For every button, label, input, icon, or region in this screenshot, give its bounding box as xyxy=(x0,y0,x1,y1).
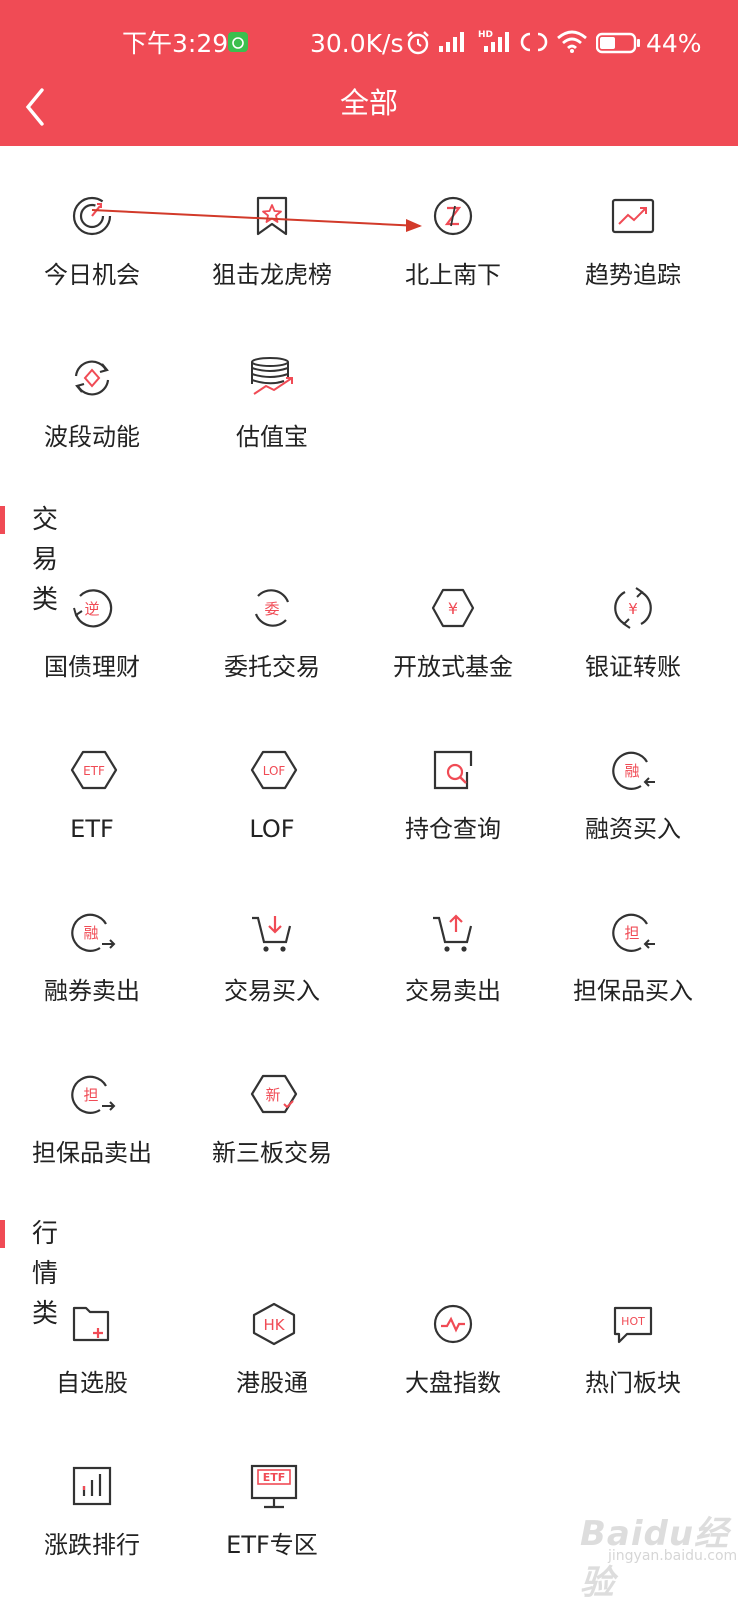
transfer-icon: ¥ xyxy=(611,586,655,630)
grid-item-label: 波段动能 xyxy=(44,423,140,451)
icon-glyph: ETF xyxy=(83,764,105,778)
short-sell-icon: 融 xyxy=(70,910,116,954)
folder-plus-icon xyxy=(70,1302,114,1346)
grid-item-hot-sectors[interactable]: HOT 热门板块 xyxy=(541,1268,725,1418)
fund-hexagon-icon: ¥ xyxy=(431,586,475,630)
grid-item-label: 担保品卖出 xyxy=(32,1139,152,1167)
etf-monitor-icon: ETF xyxy=(250,1464,298,1509)
icon-glyph: 担 xyxy=(624,924,639,942)
grid-item-label: 自选股 xyxy=(56,1369,128,1397)
neeq-hexagon-icon: 新 xyxy=(250,1072,298,1116)
icon-glyph: LOF xyxy=(263,764,286,778)
index-pulse-icon xyxy=(431,1302,475,1346)
grid-item-collateral-sell[interactable]: 担 担保品卖出 xyxy=(0,1038,184,1188)
grid-item-label: ETF xyxy=(70,815,114,843)
icon-glyph: 逆 xyxy=(84,600,99,618)
grid-item-label: 今日机会 xyxy=(44,261,140,289)
grid-item-label: 融券卖出 xyxy=(44,977,140,1005)
icon-glyph: ETF xyxy=(263,1471,286,1484)
cycle-diamond-icon xyxy=(70,356,114,400)
grid-item-position-query[interactable]: 持仓查询 xyxy=(361,714,545,864)
grid-item-watchlist[interactable]: 自选股 xyxy=(0,1268,184,1418)
grid-item-label: 担保品买入 xyxy=(573,977,693,1005)
collateral-sell-icon: 担 xyxy=(70,1072,116,1116)
coin-stack-icon xyxy=(250,356,294,400)
entrust-icon: 委 xyxy=(250,586,294,630)
grid-item-short-sell[interactable]: 融 融券卖出 xyxy=(0,876,184,1026)
collateral-buy-icon: 担 xyxy=(611,910,655,954)
icon-glyph: 融 xyxy=(624,762,639,780)
icon-glyph: HOT xyxy=(621,1315,645,1328)
grid-item-neeq-trade[interactable]: 新 新三板交易 xyxy=(180,1038,364,1188)
grid-item-label: 交易卖出 xyxy=(405,977,501,1005)
icon-glyph: ¥ xyxy=(628,600,638,618)
grid-item-label: 融资买入 xyxy=(585,815,681,843)
ranking-bars-icon xyxy=(70,1464,114,1508)
grid-item-hk-connect[interactable]: HK 港股通 xyxy=(180,1268,364,1418)
grid-item-label: 持仓查询 xyxy=(405,815,501,843)
icon-glyph: 新 xyxy=(265,1086,280,1104)
grid-item-label: 新三板交易 xyxy=(212,1139,332,1167)
grid-item-label: 狙击龙虎榜 xyxy=(212,261,332,289)
grid-item-label: 大盘指数 xyxy=(405,1369,501,1397)
hot-bubble-icon: HOT xyxy=(611,1302,655,1346)
grid-item-label: 交易买入 xyxy=(224,977,320,1005)
grid-item-label: ETF专区 xyxy=(226,1531,318,1559)
grid-item-label: 开放式基金 xyxy=(393,653,513,681)
grid-item-treasury[interactable]: 逆 国债理财 xyxy=(0,552,184,702)
grid-item-trade-sell[interactable]: 交易卖出 xyxy=(361,876,545,1026)
grid-item-margin-buy[interactable]: 融 融资买入 xyxy=(541,714,725,864)
icon-glyph: 担 xyxy=(83,1086,98,1104)
grid-item-label: 银证转账 xyxy=(585,653,681,681)
grid-item-valuation[interactable]: 估值宝 xyxy=(180,322,364,472)
section-accent-bar xyxy=(0,1220,5,1248)
cart-down-icon xyxy=(250,910,294,954)
icon-glyph: 委 xyxy=(264,600,279,618)
grid-item-collateral-buy[interactable]: 担 担保品买入 xyxy=(541,876,725,1026)
baidu-watermark-url: jingyan.baidu.com xyxy=(608,1548,738,1564)
grid-item-label: 估值宝 xyxy=(236,423,308,451)
grid-item-swing-momentum[interactable]: 波段动能 xyxy=(0,322,184,472)
grid-item-bank-transfer[interactable]: ¥ 银证转账 xyxy=(541,552,725,702)
grid-item-lof[interactable]: LOF LOF xyxy=(180,714,364,864)
grid-item-etf-zone[interactable]: ETF ETF专区 xyxy=(180,1430,364,1580)
reverse-repo-icon: 逆 xyxy=(70,586,114,630)
grid-item-label: 涨跌排行 xyxy=(44,1531,140,1559)
icon-glyph: ¥ xyxy=(448,599,458,618)
grid-item-label: 港股通 xyxy=(236,1369,308,1397)
grid-item-label: 委托交易 xyxy=(224,653,320,681)
position-search-icon xyxy=(431,748,475,792)
grid-item-label: 热门板块 xyxy=(585,1369,681,1397)
grid-item-rankings[interactable]: 涨跌排行 xyxy=(0,1430,184,1580)
hk-hexagon-icon: HK xyxy=(250,1302,296,1346)
grid-item-label: 趋势追踪 xyxy=(585,261,681,289)
grid-item-entrust[interactable]: 委 委托交易 xyxy=(180,552,364,702)
section-accent-bar xyxy=(0,506,5,534)
grid-item-open-fund[interactable]: ¥ 开放式基金 xyxy=(361,552,545,702)
grid-item-trade-buy[interactable]: 交易买入 xyxy=(180,876,364,1026)
grid-item-market-index[interactable]: 大盘指数 xyxy=(361,1268,545,1418)
grid-item-etf[interactable]: ETF ETF xyxy=(0,714,184,864)
icon-glyph: 融 xyxy=(83,924,98,942)
icon-glyph: HK xyxy=(263,1316,285,1334)
grid-item-label: LOF xyxy=(249,815,295,843)
lof-hexagon-icon: LOF xyxy=(250,748,298,792)
grid-item-label: 北上南下 xyxy=(405,261,501,289)
annotation-arrow xyxy=(91,209,422,232)
margin-buy-icon: 融 xyxy=(611,748,655,792)
etf-hexagon-icon: ETF xyxy=(70,748,118,792)
grid-item-label: 国债理财 xyxy=(44,653,140,681)
cart-up-icon xyxy=(431,910,475,954)
